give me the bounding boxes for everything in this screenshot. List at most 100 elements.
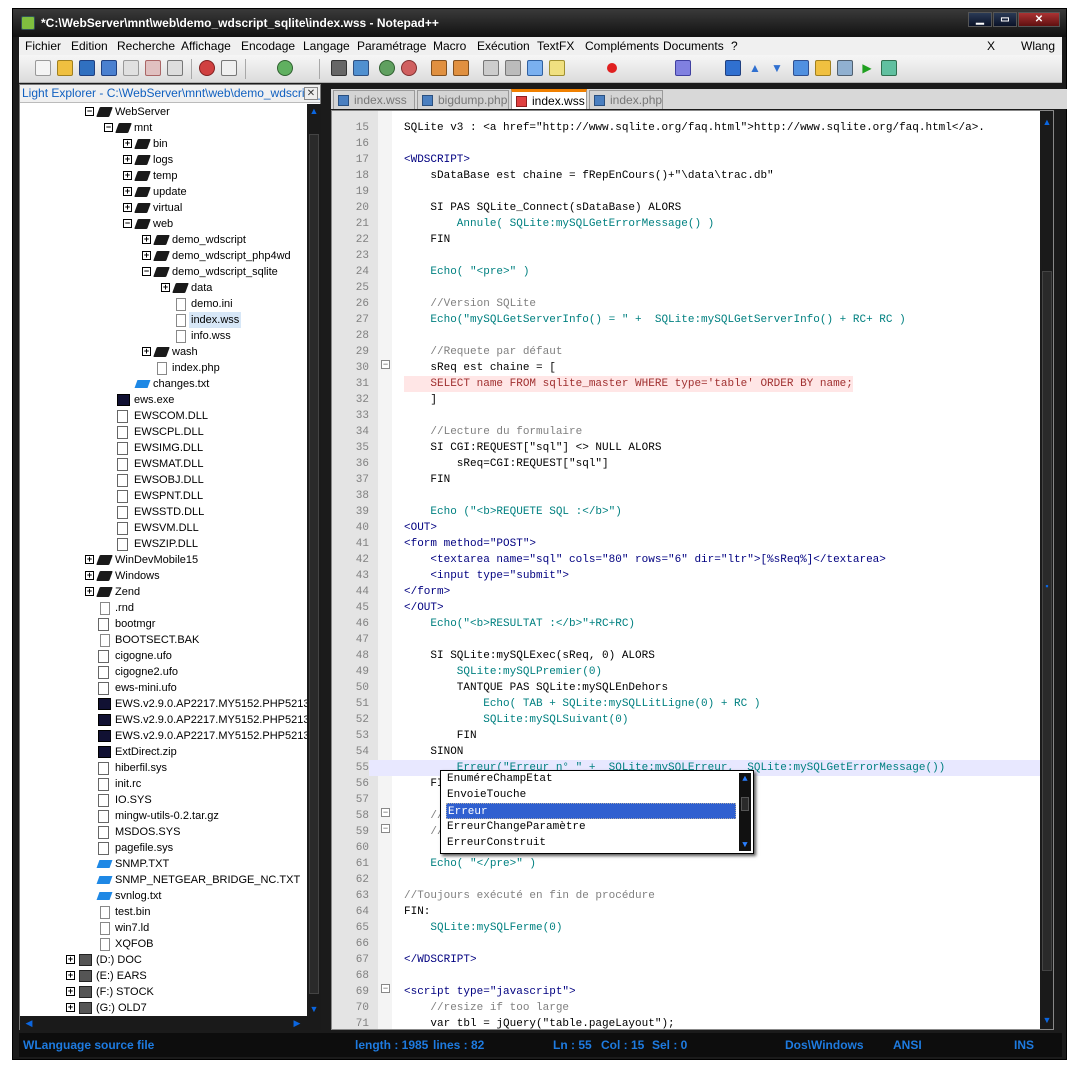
code-line[interactable]: 35 SI CGI:REQUEST["sql"] <> NULL ALORS [332, 440, 1053, 456]
code-line[interactable]: 45 </OUT> [332, 600, 1053, 616]
code-line[interactable]: 49 SQLite:mySQLPremier(0) [332, 664, 1053, 680]
collapse-icon[interactable]: − [123, 219, 132, 228]
code-line[interactable]: 70 //resize if too large [332, 1000, 1053, 1016]
code-line[interactable]: 23 [332, 248, 1053, 264]
code-line[interactable]: 52 SQLite:mySQLSuivant(0) [332, 712, 1053, 728]
sync-horizontal-icon[interactable] [453, 60, 469, 76]
sessions-icon[interactable] [837, 60, 853, 76]
code-line[interactable]: 15 SQLite v3 : <a href="http://www.sqlite… [332, 120, 1053, 136]
code-line[interactable]: 51 Echo( TAB + SQLite:mySQLLitLigne(0) +… [332, 696, 1053, 712]
tab-bigdump-php[interactable]: bigdump.php [417, 90, 509, 109]
code-line[interactable]: 40 <OUT> [332, 520, 1053, 536]
expand-icon[interactable]: + [123, 155, 132, 164]
expand-icon[interactable]: + [85, 587, 94, 596]
menu-help[interactable]: ? [731, 37, 738, 55]
collapse-icon[interactable]: − [142, 267, 151, 276]
code-line[interactable]: 41 <form method="POST"> [332, 536, 1053, 552]
plugin-icon[interactable] [881, 60, 897, 76]
code-line[interactable]: 54 SINON [332, 744, 1053, 760]
expand-icon[interactable]: + [142, 235, 151, 244]
cut-icon[interactable] [199, 60, 215, 76]
show-all-chars-icon[interactable] [505, 60, 521, 76]
playback-macro-icon[interactable] [675, 60, 691, 76]
expand-icon[interactable]: + [66, 987, 75, 996]
code-line[interactable]: 34 //Lecture du formulaire [332, 424, 1053, 440]
code-line[interactable]: 25 [332, 280, 1053, 296]
autocomplete-item[interactable]: ErreurChangeParamètre [446, 819, 736, 835]
word-wrap-icon[interactable] [483, 60, 499, 76]
udl-icon[interactable] [549, 60, 565, 76]
code-line[interactable]: 42 <textarea name="sql" cols="80" rows="… [332, 552, 1053, 568]
code-line[interactable]: 30 sReq est chaine = [ [332, 360, 1053, 376]
compare-icon[interactable] [793, 60, 809, 76]
menu-parametrage[interactable]: Paramétrage [357, 37, 426, 55]
code-line[interactable]: 31 SELECT name FROM sqlite_master WHERE … [332, 376, 1053, 392]
code-line[interactable]: 33 [332, 408, 1053, 424]
code-line[interactable]: 29 //Requete par défaut [332, 344, 1053, 360]
explorer-vscrollbar[interactable]: ▲ ▼ [307, 104, 321, 1016]
editor-vscroll-thumb[interactable] [1042, 271, 1052, 971]
menu-complements[interactable]: Compléments [585, 37, 659, 55]
menu-execution[interactable]: Exécution [477, 37, 530, 55]
expand-icon[interactable]: + [85, 571, 94, 580]
new-file-icon[interactable] [35, 60, 51, 76]
code-line[interactable]: 50 TANTQUE PAS SQLite:mySQLEnDehors [332, 680, 1053, 696]
code-line[interactable]: 53 FIN [332, 728, 1053, 744]
copy-icon[interactable] [221, 60, 237, 76]
code-line[interactable]: 63 //Toujours exécuté en fin de procédure [332, 888, 1053, 904]
print-icon[interactable] [167, 60, 183, 76]
code-line[interactable]: 27 Echo("mySQLGetServerInfo() = " + SQLi… [332, 312, 1053, 328]
expand-icon[interactable]: + [161, 283, 170, 292]
record-macro-icon[interactable] [607, 63, 617, 73]
save-all-icon[interactable] [101, 60, 117, 76]
collapse-icon[interactable]: − [85, 107, 94, 116]
code-line[interactable]: 22 FIN [332, 232, 1053, 248]
code-line[interactable]: 21 Annule( SQLite:mySQLGetErrorMessage()… [332, 216, 1053, 232]
code-line[interactable]: 17 <WDSCRIPT> [332, 152, 1053, 168]
replace-icon[interactable] [353, 60, 369, 76]
autocomplete-item-selected[interactable]: Erreur [446, 803, 736, 819]
code-line[interactable]: 65 SQLite:mySQLFerme(0) [332, 920, 1053, 936]
code-line[interactable]: 61 Echo( "</pre>" ) [332, 856, 1053, 872]
code-line[interactable]: 39 Echo ("<b>REQUETE SQL :</b>") [332, 504, 1053, 520]
code-line[interactable]: 20 SI PAS SQLite_Connect(sDataBase) ALOR… [332, 200, 1053, 216]
menu-documents[interactable]: Documents [663, 37, 724, 55]
fold-collapse-icon[interactable]: − [381, 808, 390, 817]
explorer-close-icon[interactable]: ✕ [304, 87, 318, 100]
scroll-up-icon[interactable]: ▲ [739, 774, 751, 784]
scroll-up-icon[interactable]: ▲ [307, 106, 321, 116]
code-line[interactable]: 16 [332, 136, 1053, 152]
scroll-right-icon[interactable]: ▶ [292, 1018, 302, 1029]
undo-icon[interactable] [277, 60, 293, 76]
code-line[interactable]: 36 sReq=CGI:REQUEST["sql"] [332, 456, 1053, 472]
fold-collapse-icon[interactable]: − [381, 824, 390, 833]
autocomplete-scroll-thumb[interactable] [741, 797, 749, 811]
expand-icon[interactable]: + [123, 203, 132, 212]
menu-affichage[interactable]: Affichage [181, 37, 231, 55]
code-line[interactable]: 32 ] [332, 392, 1053, 408]
fold-collapse-icon[interactable]: − [381, 984, 390, 993]
zoom-out-icon[interactable] [401, 60, 417, 76]
tab-index-php[interactable]: index.php [589, 90, 663, 109]
save-icon[interactable] [79, 60, 95, 76]
menu-macro[interactable]: Macro [433, 37, 466, 55]
tab-index-wss-1[interactable]: index.wss [333, 90, 415, 109]
code-line[interactable]: 43 <input type="submit"> [332, 568, 1053, 584]
collapse-icon[interactable]: − [104, 123, 113, 132]
code-line[interactable]: 48 SI SQLite:mySQLExec(sReq, 0) ALORS [332, 648, 1053, 664]
title-bar[interactable]: *C:\WebServer\mnt\web\demo_wdscript_sqli… [13, 9, 1066, 37]
code-editor[interactable]: 15 SQLite v3 : <a href="http://www.sqlite… [331, 110, 1054, 1030]
menu-langage[interactable]: Langage [303, 37, 350, 55]
menu-wlang[interactable]: Wlang [1021, 37, 1055, 55]
code-line[interactable]: 38 [332, 488, 1053, 504]
code-line[interactable]: 24 Echo( "<pre>" ) [332, 264, 1053, 280]
menu-encodage[interactable]: Encodage [241, 37, 295, 55]
menu-edition[interactable]: Edition [71, 37, 108, 55]
code-line[interactable]: 68 [332, 968, 1053, 984]
nav-icon[interactable] [725, 60, 741, 76]
code-line[interactable]: 44 </form> [332, 584, 1053, 600]
expand-icon[interactable]: + [123, 187, 132, 196]
scroll-left-icon[interactable]: ◀ [24, 1018, 34, 1029]
menu-textfx[interactable]: TextFX [537, 37, 574, 55]
close-all-icon[interactable] [145, 60, 161, 76]
